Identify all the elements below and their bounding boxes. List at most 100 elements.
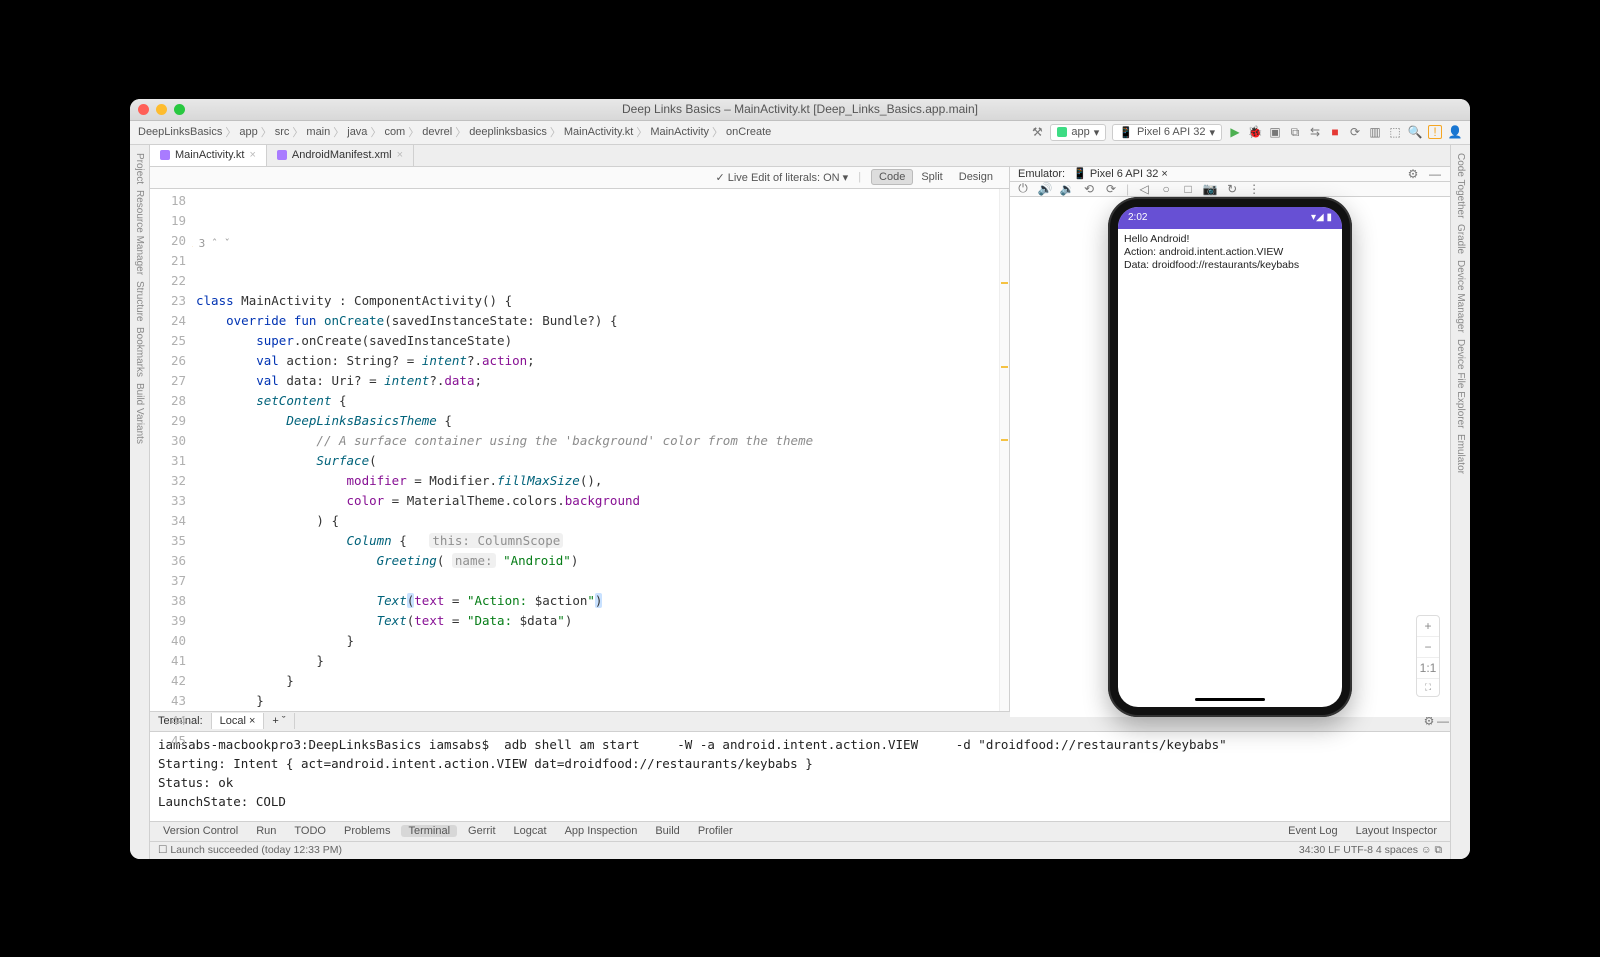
live-edit-toggle[interactable]: ✓ Live Edit of literals: ON ▾ [715,171,848,184]
bottom-tool-logcat[interactable]: Logcat [507,825,554,837]
emulator-device-tab[interactable]: 📱 Pixel 6 API 32 × [1073,167,1168,180]
breadcrumb-item[interactable]: src [275,126,290,138]
zoom-controls[interactable]: + − 1:1 ⛶ [1416,615,1440,697]
volume-up-icon[interactable]: 🔊 [1038,182,1052,196]
breadcrumb-item[interactable]: devrel [422,126,452,138]
bottom-tool-run[interactable]: Run [249,825,283,837]
breadcrumb-item[interactable]: onCreate [726,126,771,138]
power-icon[interactable]: ⏻ [1016,182,1030,196]
rotate-left-icon[interactable]: ⟲ [1082,182,1096,196]
error-stripe[interactable] [999,189,1009,711]
code-line[interactable]: Column { this: ColumnScope [196,531,995,551]
tool-window-tab[interactable]: Device File Explorer [1455,339,1466,428]
breadcrumb-item[interactable]: main [306,126,330,138]
code-line[interactable]: class MainActivity : ComponentActivity()… [196,291,995,311]
inspection-widget[interactable]: ⚠3 ˆ ˇ [192,234,985,254]
attach-debugger-icon[interactable]: ⇆ [1308,125,1322,139]
code-line[interactable]: Surface( [196,451,995,471]
zoom-in-icon[interactable]: + [1417,616,1439,637]
code-line[interactable]: Greeting( name: "Android") [196,551,995,571]
code-line[interactable]: Text(text = "Action: $action") [196,591,995,611]
left-tool-strip[interactable]: Project Resource Manager Structure Bookmark… [130,145,150,859]
tool-window-tab[interactable]: Gradle [1455,224,1466,254]
code-line[interactable]: val data: Uri? = intent?.data; [196,371,995,391]
stop-icon[interactable]: ■ [1328,125,1342,139]
code-line[interactable]: val action: String? = intent?.action; [196,351,995,371]
code-line[interactable]: } [196,631,995,651]
avd-manager-icon[interactable]: ▥ [1368,125,1382,139]
device-screen[interactable]: 2:02 ▾◢ ▮ Hello Android!Action: android.… [1118,207,1342,707]
editor-mode-code[interactable]: Code [871,169,913,185]
terminal-output[interactable]: iamsabs-macbookpro3:DeepLinksBasics iams… [150,732,1450,821]
overview-icon[interactable]: □ [1181,182,1195,196]
breadcrumb-item[interactable]: deeplinksbasics [469,126,547,138]
home-icon[interactable]: ○ [1159,182,1173,196]
code-line[interactable]: Text(text = "Data: $data") [196,611,995,631]
sync-gradle-icon[interactable]: ⟳ [1348,125,1362,139]
bottom-tool-app-inspection[interactable]: App Inspection [558,825,645,837]
editor-mode-design[interactable]: Design [951,169,1001,185]
zoom-level[interactable]: 1:1 [1417,658,1439,679]
code-line[interactable]: super.onCreate(savedInstanceState) [196,331,995,351]
tool-window-tab[interactable]: Project [134,153,145,184]
code-line[interactable]: } [196,651,995,671]
tool-window-tab[interactable]: Structure [134,281,145,322]
editor-mode-split[interactable]: Split [913,169,950,185]
file-tab[interactable]: MainActivity.kt × [150,145,267,166]
coverage-icon[interactable]: ▣ [1268,125,1282,139]
bottom-tool-terminal[interactable]: Terminal [401,825,457,837]
tool-window-tab[interactable]: Resource Manager [134,190,145,275]
terminal-session-tab[interactable]: Local × [212,713,265,729]
code-line[interactable]: } [196,671,995,691]
search-everywhere-icon[interactable]: 🔍 [1408,125,1422,139]
ide-errors-icon[interactable]: ! [1428,125,1442,139]
bottom-tool-build[interactable]: Build [648,825,686,837]
new-terminal-button[interactable]: + ˇ [264,713,294,729]
tool-window-tab[interactable]: Build Variants [134,383,145,444]
rotate-right-icon[interactable]: ⟳ [1104,182,1118,196]
code-line[interactable]: modifier = Modifier.fillMaxSize(), [196,471,995,491]
bottom-tool-layout-inspector[interactable]: Layout Inspector [1349,825,1444,837]
bottom-tool-event-log[interactable]: Event Log [1281,825,1345,837]
tool-window-tab[interactable]: Device Manager [1455,260,1466,333]
code-line[interactable]: } [196,691,995,711]
code-editor[interactable]: 1819202122232425262728293031323334353637… [150,189,1009,711]
account-avatar-icon[interactable]: 👤 [1448,125,1462,139]
sdk-manager-icon[interactable]: ⬚ [1388,125,1402,139]
more-icon[interactable]: ⋮ [1247,182,1261,196]
code-line[interactable]: // A surface container using the 'backgr… [196,431,995,451]
breadcrumb-item[interactable]: MainActivity.kt [564,126,633,138]
gear-icon[interactable]: ⚙ [1406,167,1420,181]
breadcrumb-item[interactable]: com [384,126,405,138]
right-tool-strip[interactable]: Code Together Gradle Device Manager Device … [1450,145,1470,859]
screenshot-icon[interactable]: 📷 [1203,182,1217,196]
bottom-tool-todo[interactable]: TODO [287,825,333,837]
tool-window-tab[interactable]: Bookmarks [134,327,145,377]
breadcrumb-item[interactable]: MainActivity [650,126,709,138]
breadcrumb-item[interactable]: java [347,126,367,138]
breadcrumb[interactable]: DeepLinksBasics〉app〉src〉main〉java〉com〉de… [138,124,771,140]
code-line[interactable]: setContent { [196,391,995,411]
code-line[interactable]: ) { [196,511,995,531]
debug-icon[interactable]: 🐞 [1248,125,1262,139]
bottom-tool-gerrit[interactable]: Gerrit [461,825,503,837]
reload-icon[interactable]: ↻ [1225,182,1239,196]
run-config-selector[interactable]: app ▾ [1050,124,1106,141]
tool-window-tab[interactable]: Emulator [1455,434,1466,474]
code-line[interactable]: override fun onCreate(savedInstanceState… [196,311,995,331]
breadcrumb-item[interactable]: app [239,126,257,138]
tool-window-tab[interactable]: Code Together [1455,153,1466,218]
breadcrumb-item[interactable]: DeepLinksBasics [138,126,222,138]
volume-down-icon[interactable]: 🔉 [1060,182,1074,196]
file-tab[interactable]: AndroidManifest.xml × [267,145,414,166]
code-line[interactable]: DeepLinksBasicsTheme { [196,411,995,431]
bottom-tool-problems[interactable]: Problems [337,825,397,837]
bottom-tool-version-control[interactable]: Version Control [156,825,245,837]
code-line[interactable]: color = MaterialTheme.colors.background [196,491,995,511]
hammer-build-icon[interactable]: ⚒ [1030,125,1044,139]
code-area[interactable]: ⚠3 ˆ ˇ class MainActivity : ComponentAct… [192,189,999,711]
device-selector[interactable]: 📱 Pixel 6 API 32 ▾ [1112,124,1222,141]
profile-icon[interactable]: ⧉ [1288,125,1302,139]
minimize-icon[interactable]: — [1428,167,1442,181]
run-icon[interactable]: ▶ [1228,125,1242,139]
